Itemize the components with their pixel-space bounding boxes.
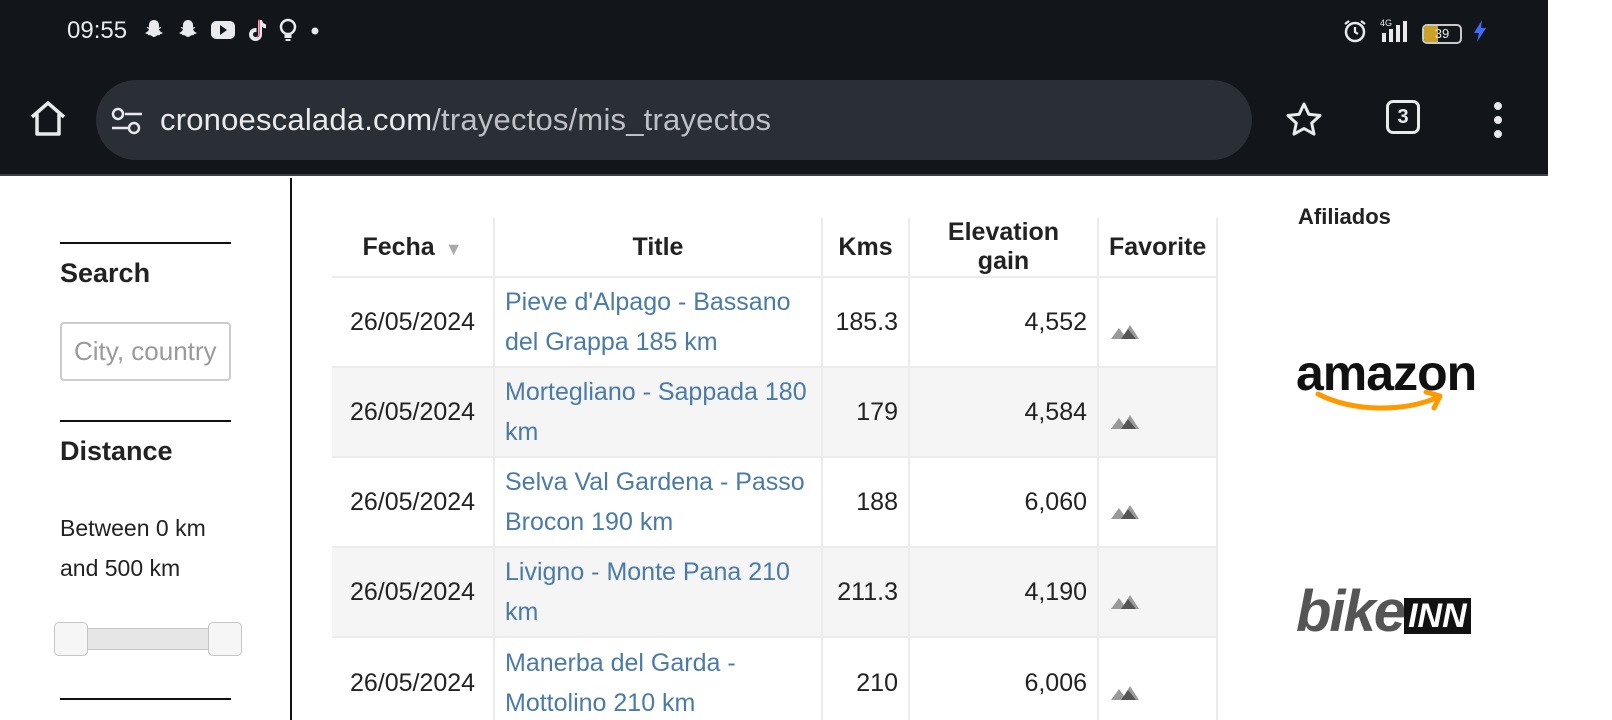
column-header-date[interactable]: Fecha ▼ <box>332 218 495 277</box>
route-elevation: 4,552 <box>909 276 1099 367</box>
header-date-label: Fecha <box>362 232 435 261</box>
home-button[interactable] <box>26 96 70 140</box>
column-header-kms[interactable]: Kms <box>822 218 910 277</box>
status-time: 09:55 <box>67 17 128 44</box>
route-kms: 210 <box>822 636 910 720</box>
route-kms: 179 <box>822 366 910 457</box>
route-elevation: 6,060 <box>909 456 1099 547</box>
route-date: 26/05/2024 <box>332 276 495 367</box>
snapchat-icon <box>142 18 166 47</box>
mountain-favorite-icon[interactable] <box>1109 493 1145 520</box>
url-path: /trayectos/mis_trayectos <box>432 102 772 137</box>
mountain-favorite-icon[interactable] <box>1109 313 1145 340</box>
route-elevation: 4,584 <box>909 366 1099 457</box>
amazon-smile-icon <box>1315 389 1443 411</box>
route-date: 26/05/2024 <box>332 456 495 547</box>
bikeinn-affiliate-logo[interactable]: bike INN <box>1296 578 1506 648</box>
system-icons: 4G 39 <box>1342 18 1488 49</box>
route-title-link[interactable]: Manerba del Garda - Mottolino 210 km <box>505 649 736 717</box>
search-input[interactable] <box>60 322 231 381</box>
table-row: 26/05/2024 Livigno - Monte Pana 210 km 2… <box>332 546 1219 637</box>
sort-desc-icon: ▼ <box>444 238 463 259</box>
slider-handle-max[interactable] <box>208 622 242 656</box>
bikeinn-logo-bike: bike <box>1296 579 1406 644</box>
right-gutter <box>1548 0 1612 720</box>
table-row: 26/05/2024 Pieve d'Alpago - Bassano del … <box>332 276 1219 367</box>
affiliates-heading: Afiliados <box>1298 204 1391 229</box>
distance-heading: Distance <box>60 436 173 466</box>
search-heading: Search <box>60 258 151 288</box>
divider <box>60 698 231 700</box>
alarm-icon <box>1342 18 1368 49</box>
route-date: 26/05/2024 <box>332 366 495 457</box>
route-elevation: 4,190 <box>909 546 1099 637</box>
youtube-icon <box>210 19 236 46</box>
url-domain: cronoescalada.com <box>160 102 433 137</box>
battery-level: 39 <box>1434 25 1450 41</box>
table-row: 26/05/2024 Manerba del Garda - Mottolino… <box>332 636 1219 720</box>
svg-text:4G: 4G <box>1380 18 1392 28</box>
routes-table: Fecha ▼ Title Kms Elevation gain Favorite… <box>332 218 1219 720</box>
bookmark-button[interactable] <box>1284 100 1324 140</box>
route-elevation: 6,006 <box>909 636 1099 720</box>
affiliates-panel: Afiliados amazon bike INN <box>1222 178 1548 720</box>
battery-icon: 39 <box>1422 23 1462 44</box>
home-icon <box>30 101 66 136</box>
amazon-affiliate-logo[interactable]: amazon <box>1296 344 1506 424</box>
mountain-favorite-icon[interactable] <box>1109 674 1145 700</box>
snapchat-icon <box>176 18 200 47</box>
distance-range-text: Between 0 km and 500 km <box>60 515 206 581</box>
slider-handle-min[interactable] <box>54 622 88 656</box>
route-title-link[interactable]: Pieve d'Alpago - Bassano del Grappa 185 … <box>505 288 791 356</box>
route-date: 26/05/2024 <box>332 546 495 637</box>
slider-track[interactable] <box>68 628 228 650</box>
route-kms: 188 <box>822 456 910 547</box>
table-row: 26/05/2024 Selva Val Gardena - Passo Bro… <box>332 456 1219 547</box>
mountain-favorite-icon[interactable] <box>1109 583 1145 610</box>
lightbulb-icon <box>278 18 298 47</box>
routes-panel: Fecha ▼ Title Kms Elevation gain Favorite… <box>292 178 1222 720</box>
dot-icon <box>308 18 322 47</box>
distance-slider[interactable] <box>54 622 242 656</box>
charging-icon <box>1472 18 1488 49</box>
route-date: 26/05/2024 <box>332 636 495 720</box>
route-kms: 211.3 <box>822 546 910 637</box>
more-menu-icon[interactable] <box>1483 98 1513 142</box>
route-title-link[interactable]: Livigno - Monte Pana 210 km <box>505 558 790 626</box>
bikeinn-logo-inn: INN <box>1404 598 1471 634</box>
route-title-link[interactable]: Selva Val Gardena - Passo Brocon 190 km <box>505 468 805 536</box>
mountain-favorite-icon[interactable] <box>1109 403 1145 430</box>
divider <box>60 420 231 422</box>
browser-toolbar: cronoescalada.com/trayectos/mis_trayecto… <box>0 64 1548 176</box>
site-settings-icon[interactable] <box>110 104 144 138</box>
signal-4g-icon: 4G <box>1378 18 1412 49</box>
route-kms: 185.3 <box>822 276 910 367</box>
tiktok-icon <box>246 18 268 47</box>
notification-icons <box>142 18 322 47</box>
table-header-row: Fecha ▼ Title Kms Elevation gain Favorite <box>332 218 1219 277</box>
status-bar: 09:55 4G 39 <box>0 0 1548 64</box>
column-header-title[interactable]: Title <box>494 218 823 277</box>
url-text[interactable]: cronoescalada.com/trayectos/mis_trayecto… <box>160 102 771 138</box>
address-bar[interactable]: cronoescalada.com/trayectos/mis_trayecto… <box>96 80 1252 160</box>
column-header-elevation[interactable]: Elevation gain <box>909 218 1099 277</box>
divider <box>60 242 231 244</box>
filter-sidebar: Search Distance Between 0 km and 500 km <box>0 178 292 720</box>
table-row: 26/05/2024 Mortegliano - Sappada 180 km … <box>332 366 1219 457</box>
tab-switcher-button[interactable]: 3 <box>1386 100 1420 134</box>
star-icon <box>1286 102 1322 136</box>
route-title-link[interactable]: Mortegliano - Sappada 180 km <box>505 378 807 446</box>
column-header-favorite[interactable]: Favorite <box>1098 218 1219 277</box>
